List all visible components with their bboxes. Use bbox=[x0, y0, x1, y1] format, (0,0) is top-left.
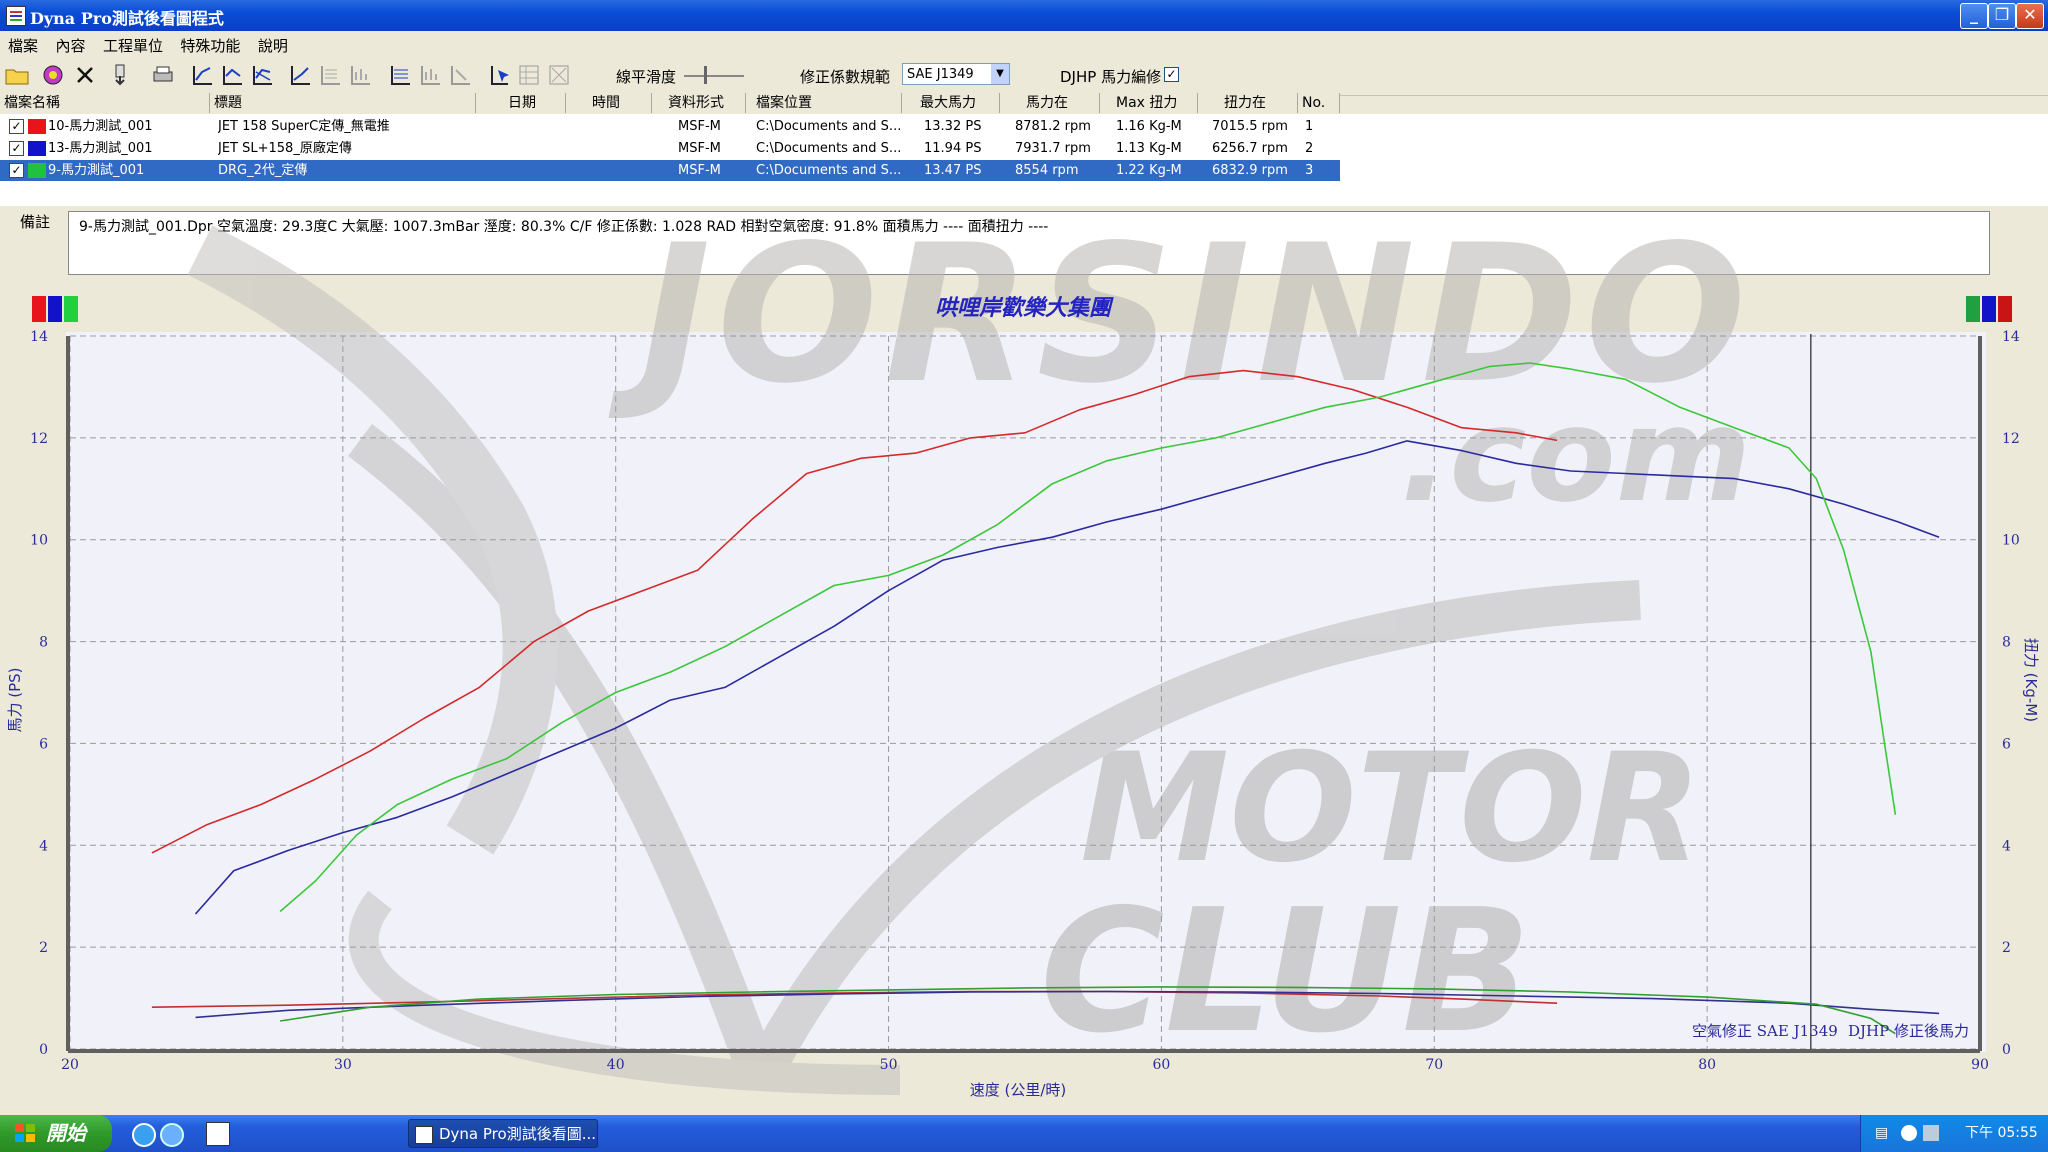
x-tick-label: 70 bbox=[1425, 1057, 1443, 1073]
svg-text:CLUB: CLUB bbox=[1040, 873, 1531, 1071]
clock: 下午 05:55 bbox=[1965, 1125, 2038, 1141]
x-tick-label: 60 bbox=[1153, 1057, 1171, 1073]
x-tick-label: 80 bbox=[1698, 1057, 1716, 1073]
x-tick-label: 90 bbox=[1971, 1057, 1989, 1073]
network-icon[interactable] bbox=[1923, 1125, 1939, 1141]
ime-icon[interactable]: ▤ bbox=[1875, 1115, 1888, 1152]
taskbar-dyna-window[interactable]: Dyna Pro測試後看圖... bbox=[408, 1119, 598, 1148]
dyna-quicklaunch-icon[interactable] bbox=[206, 1122, 230, 1146]
y2-tick-label: 2 bbox=[2002, 940, 2011, 956]
taskbar: 開始 Dyna Pro測試後看圖... ▤ 下午 05:55 bbox=[0, 1115, 2048, 1152]
ie-icon[interactable] bbox=[132, 1123, 156, 1147]
y-tick-label: 14 bbox=[30, 329, 48, 345]
y-axis-label: 馬力 (PS) bbox=[6, 667, 24, 732]
y2-tick-label: 6 bbox=[2002, 736, 2011, 752]
svg-text:MOTOR: MOTOR bbox=[1080, 722, 1702, 896]
task-title: Dyna Pro測試後看圖... bbox=[439, 1125, 596, 1143]
y2-tick-label: 4 bbox=[2002, 838, 2011, 854]
y2-tick-label: 8 bbox=[2002, 635, 2011, 651]
tray-icon[interactable] bbox=[1901, 1125, 1917, 1141]
x-tick-label: 30 bbox=[334, 1057, 352, 1073]
y2-tick-label: 0 bbox=[2002, 1042, 2011, 1058]
quicklaunch-icon[interactable] bbox=[160, 1123, 184, 1147]
y-tick-label: 0 bbox=[39, 1042, 48, 1058]
dyno-chart: JORSINDO .com MOTOR CLUB 20 30 40 50 60 70 80 9… bbox=[6, 204, 2040, 1099]
footer-correction: 空氣修正 SAE J1349 bbox=[1692, 1022, 1838, 1040]
system-tray: ▤ 下午 05:55 bbox=[1860, 1115, 2048, 1152]
app-icon bbox=[415, 1126, 433, 1144]
y2-tick-label: 14 bbox=[2002, 329, 2020, 345]
y2-axis-label: 扭力 (Kg-M) bbox=[2022, 638, 2040, 722]
x-tick-label: 20 bbox=[61, 1057, 79, 1073]
y2-tick-label: 12 bbox=[2002, 431, 2020, 447]
start-label: 開始 bbox=[46, 1121, 86, 1145]
y-tick-label: 10 bbox=[30, 533, 48, 549]
windows-flag-icon bbox=[15, 1124, 35, 1142]
y2-tick-label: 10 bbox=[2002, 533, 2020, 549]
y-tick-label: 6 bbox=[39, 736, 48, 752]
y-tick-label: 8 bbox=[39, 635, 48, 651]
y-tick-label: 4 bbox=[39, 838, 48, 854]
y-tick-label: 12 bbox=[30, 431, 48, 447]
y-tick-label: 2 bbox=[39, 940, 48, 956]
start-button[interactable]: 開始 bbox=[0, 1115, 112, 1152]
x-tick-label: 40 bbox=[607, 1057, 625, 1073]
x-axis-label: 速度 (公里/時) bbox=[970, 1081, 1067, 1099]
x-tick-label: 50 bbox=[880, 1057, 898, 1073]
svg-text:.com: .com bbox=[1400, 379, 1751, 531]
chart-title: 哄哩岸歡樂大集團 bbox=[935, 295, 1114, 321]
footer-djhp: DJHP 修正後馬力 bbox=[1848, 1022, 1969, 1040]
